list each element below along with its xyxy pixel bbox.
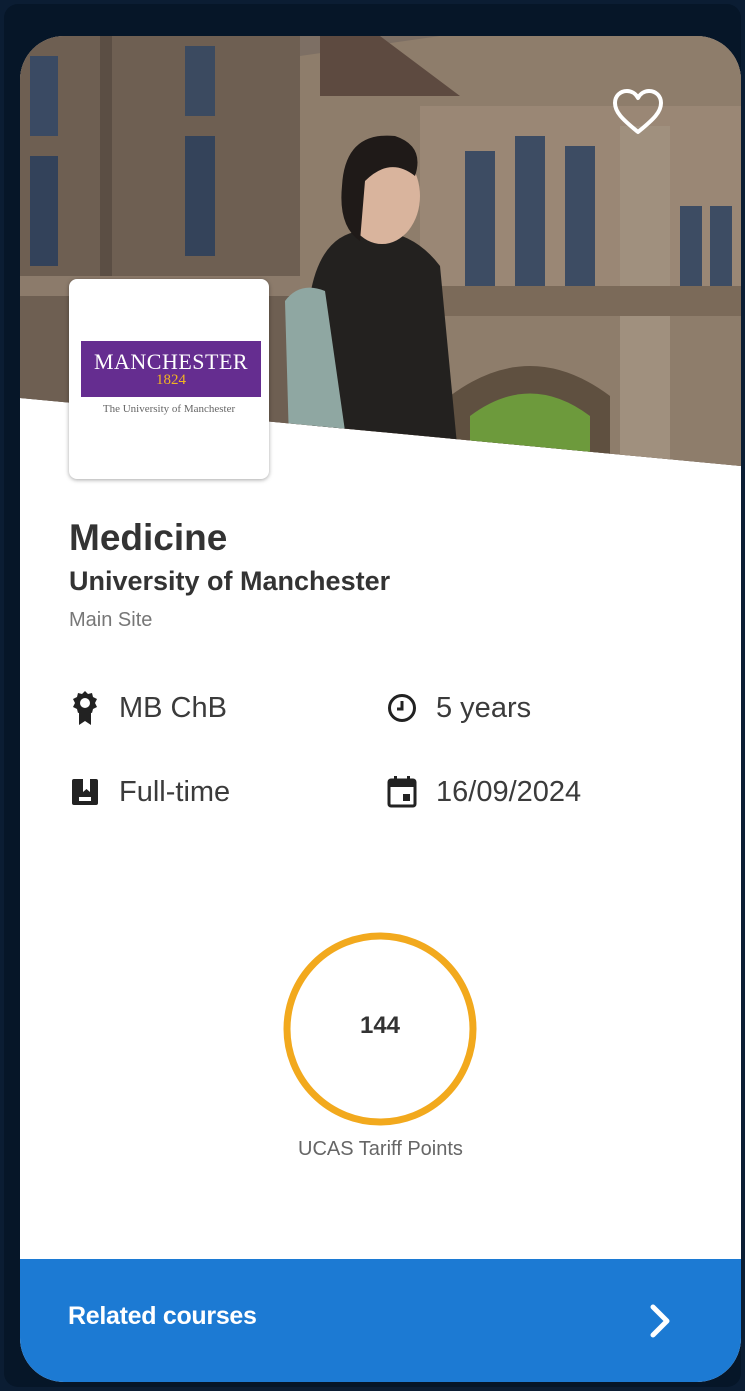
study-mode-value: Full-time [119, 775, 231, 808]
university-logo: MANCHESTER 1824 The University of Manche… [69, 279, 269, 479]
start-date-value: 16/09/2024 [436, 775, 582, 808]
related-courses-button[interactable]: Related courses [20, 1259, 741, 1382]
duration-value: 5 years [436, 691, 532, 724]
chevron-right-icon [650, 1304, 670, 1338]
app-frame: MANCHESTER 1824 The University of Manche… [4, 4, 741, 1387]
course-title: Medicine [69, 517, 228, 558]
award-ribbon-icon [69, 690, 101, 726]
logo-subtitle: The University of Manchester [102, 403, 236, 415]
start-date-attribute: 16/09/2024 [386, 774, 581, 810]
logo-band: MANCHESTER 1824 [81, 341, 261, 397]
related-courses-label: Related courses [68, 1302, 257, 1330]
book-icon [69, 774, 101, 810]
study-mode-attribute: Full-time [69, 774, 230, 810]
duration-attribute: 5 years [386, 690, 531, 726]
tariff-label: UCAS Tariff Points [298, 1138, 463, 1160]
calendar-icon [386, 774, 418, 810]
logo-name: MANCHESTER [93, 348, 249, 374]
campus-site: Main Site [69, 609, 153, 631]
course-card[interactable]: MANCHESTER 1824 The University of Manche… [20, 36, 741, 1382]
qualification-value: MB ChB [119, 691, 227, 724]
qualification-attribute: MB ChB [69, 690, 227, 726]
tariff-value: 144 [359, 1012, 401, 1039]
logo-year: 1824 [156, 371, 186, 388]
heart-outline-icon [613, 89, 663, 134]
clock-icon [386, 690, 418, 726]
university-name: University of Manchester [69, 566, 391, 596]
favourite-button[interactable] [612, 88, 664, 136]
